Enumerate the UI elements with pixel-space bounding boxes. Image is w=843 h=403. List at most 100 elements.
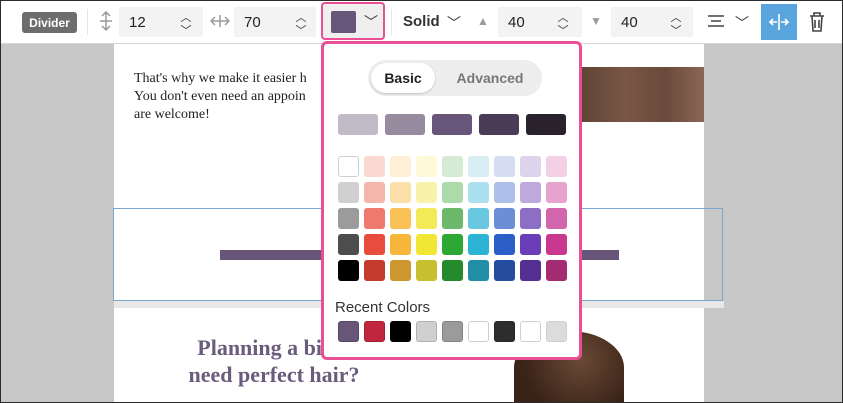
palette-swatch[interactable]	[338, 260, 359, 281]
palette-swatch[interactable]	[520, 208, 541, 229]
palette-swatch[interactable]	[390, 234, 411, 255]
recent-color-swatch[interactable]	[416, 321, 437, 342]
padding-bottom-input[interactable]: 40 ︿ ﹀	[611, 7, 693, 37]
palette-swatch[interactable]	[494, 156, 515, 177]
palette-swatch[interactable]	[546, 156, 567, 177]
full-width-button[interactable]	[761, 4, 797, 40]
palette-swatch[interactable]	[390, 182, 411, 203]
chevron-down-icon: ﹀	[364, 14, 378, 30]
selected-color-swatch	[331, 11, 356, 33]
palette-swatch[interactable]	[442, 156, 463, 177]
recent-color-swatch[interactable]	[546, 321, 567, 342]
palette-swatch[interactable]	[416, 208, 437, 229]
palette-swatch[interactable]	[364, 260, 385, 281]
palette-swatch[interactable]	[494, 234, 515, 255]
palette-swatch[interactable]	[468, 208, 489, 229]
shade-swatch[interactable]	[432, 114, 472, 135]
divider-width-input[interactable]: 70 ︿ ﹀	[234, 7, 316, 37]
tab-basic[interactable]: Basic	[371, 63, 435, 93]
palette-swatch[interactable]	[416, 234, 437, 255]
vertical-resize-icon	[97, 10, 115, 32]
palette-swatch[interactable]	[494, 208, 515, 229]
picker-mode-toggle: Basic Advanced	[368, 60, 542, 96]
divider-width-value: 70	[244, 14, 261, 31]
padding-top-input[interactable]: 40 ︿ ﹀	[498, 7, 582, 37]
palette-swatch[interactable]	[416, 156, 437, 177]
tab-advanced[interactable]: Advanced	[440, 63, 540, 93]
palette-swatch[interactable]	[364, 156, 385, 177]
palette-swatch[interactable]	[390, 208, 411, 229]
chevron-down-icon[interactable]: ﹀	[669, 22, 683, 38]
padding-top-value: 40	[508, 14, 525, 31]
palette-swatch[interactable]	[546, 182, 567, 203]
chevron-down-icon[interactable]: ﹀	[294, 22, 308, 38]
palette-swatch[interactable]	[390, 156, 411, 177]
palette-swatch[interactable]	[338, 234, 359, 255]
palette-swatch[interactable]	[468, 156, 489, 177]
palette-swatch[interactable]	[468, 182, 489, 203]
palette-swatch[interactable]	[364, 234, 385, 255]
recent-color-swatch[interactable]	[390, 321, 411, 342]
recent-color-swatch[interactable]	[520, 321, 541, 342]
divider-height-input[interactable]: 12 ︿ ﹀	[119, 7, 203, 37]
toolbar-separator	[391, 9, 392, 35]
palette-swatch[interactable]	[494, 260, 515, 281]
padding-top-stepper[interactable]: ︿ ﹀	[556, 7, 570, 37]
height-stepper[interactable]: ︿ ﹀	[179, 7, 193, 37]
recent-color-swatch[interactable]	[468, 321, 489, 342]
color-picker-button[interactable]: ﹀	[321, 2, 385, 40]
block-type-badge: Divider	[22, 12, 77, 33]
full-width-icon	[768, 14, 790, 30]
palette-swatch[interactable]	[520, 182, 541, 203]
divider-toolbar: Divider 12 ︿ ﹀ 70 ︿ ﹀ ﹀ Solid ﹀ ▲ 40 ︿ ﹀…	[1, 1, 842, 44]
padding-bottom-stepper[interactable]: ︿ ﹀	[669, 7, 683, 37]
trash-icon	[810, 12, 824, 32]
palette-swatch[interactable]	[546, 208, 567, 229]
shade-swatch[interactable]	[479, 114, 519, 135]
align-icon[interactable]	[705, 11, 727, 31]
shade-swatch[interactable]	[385, 114, 425, 135]
palette-swatch[interactable]	[416, 260, 437, 281]
chevron-down-icon[interactable]: ﹀	[735, 13, 749, 33]
padding-top-icon: ▲	[477, 14, 489, 28]
recent-color-swatch[interactable]	[442, 321, 463, 342]
padding-bottom-icon: ▼	[590, 14, 602, 28]
palette-swatch[interactable]	[442, 182, 463, 203]
palette-swatch[interactable]	[364, 208, 385, 229]
shade-swatch[interactable]	[526, 114, 566, 135]
palette-swatch[interactable]	[442, 208, 463, 229]
palette-swatch[interactable]	[546, 234, 567, 255]
palette-swatch[interactable]	[520, 156, 541, 177]
palette-swatch[interactable]	[442, 234, 463, 255]
chevron-down-icon[interactable]: ﹀	[556, 22, 570, 38]
recent-color-swatch[interactable]	[364, 321, 385, 342]
palette-swatch[interactable]	[338, 156, 359, 177]
palette-swatch[interactable]	[364, 182, 385, 203]
width-stepper[interactable]: ︿ ﹀	[294, 7, 308, 37]
chevron-down-icon[interactable]: ﹀	[179, 22, 193, 38]
palette-swatch[interactable]	[442, 260, 463, 281]
chevron-down-icon[interactable]: ﹀	[447, 13, 461, 33]
padding-bottom-value: 40	[621, 14, 638, 31]
divider-height-value: 12	[129, 14, 146, 31]
palette-swatch[interactable]	[520, 260, 541, 281]
hero-photo	[574, 67, 704, 122]
color-picker-popover: Basic Advanced Recent Colors	[321, 41, 582, 360]
palette-swatch[interactable]	[494, 182, 515, 203]
trash-button[interactable]	[808, 11, 828, 33]
horizontal-resize-icon	[209, 10, 231, 32]
palette-swatch[interactable]	[338, 208, 359, 229]
shade-swatch[interactable]	[338, 114, 378, 135]
palette-swatch[interactable]	[416, 182, 437, 203]
palette-swatch[interactable]	[520, 234, 541, 255]
toolbar-separator	[87, 9, 88, 35]
palette-swatch[interactable]	[468, 260, 489, 281]
palette-swatch[interactable]	[546, 260, 567, 281]
recent-color-swatch[interactable]	[338, 321, 359, 342]
palette-swatch[interactable]	[390, 260, 411, 281]
palette-swatch[interactable]	[468, 234, 489, 255]
line-style-select[interactable]: Solid	[403, 13, 440, 30]
palette-swatch[interactable]	[338, 182, 359, 203]
recent-color-swatch[interactable]	[494, 321, 515, 342]
recent-colors-label: Recent Colors	[335, 299, 431, 316]
